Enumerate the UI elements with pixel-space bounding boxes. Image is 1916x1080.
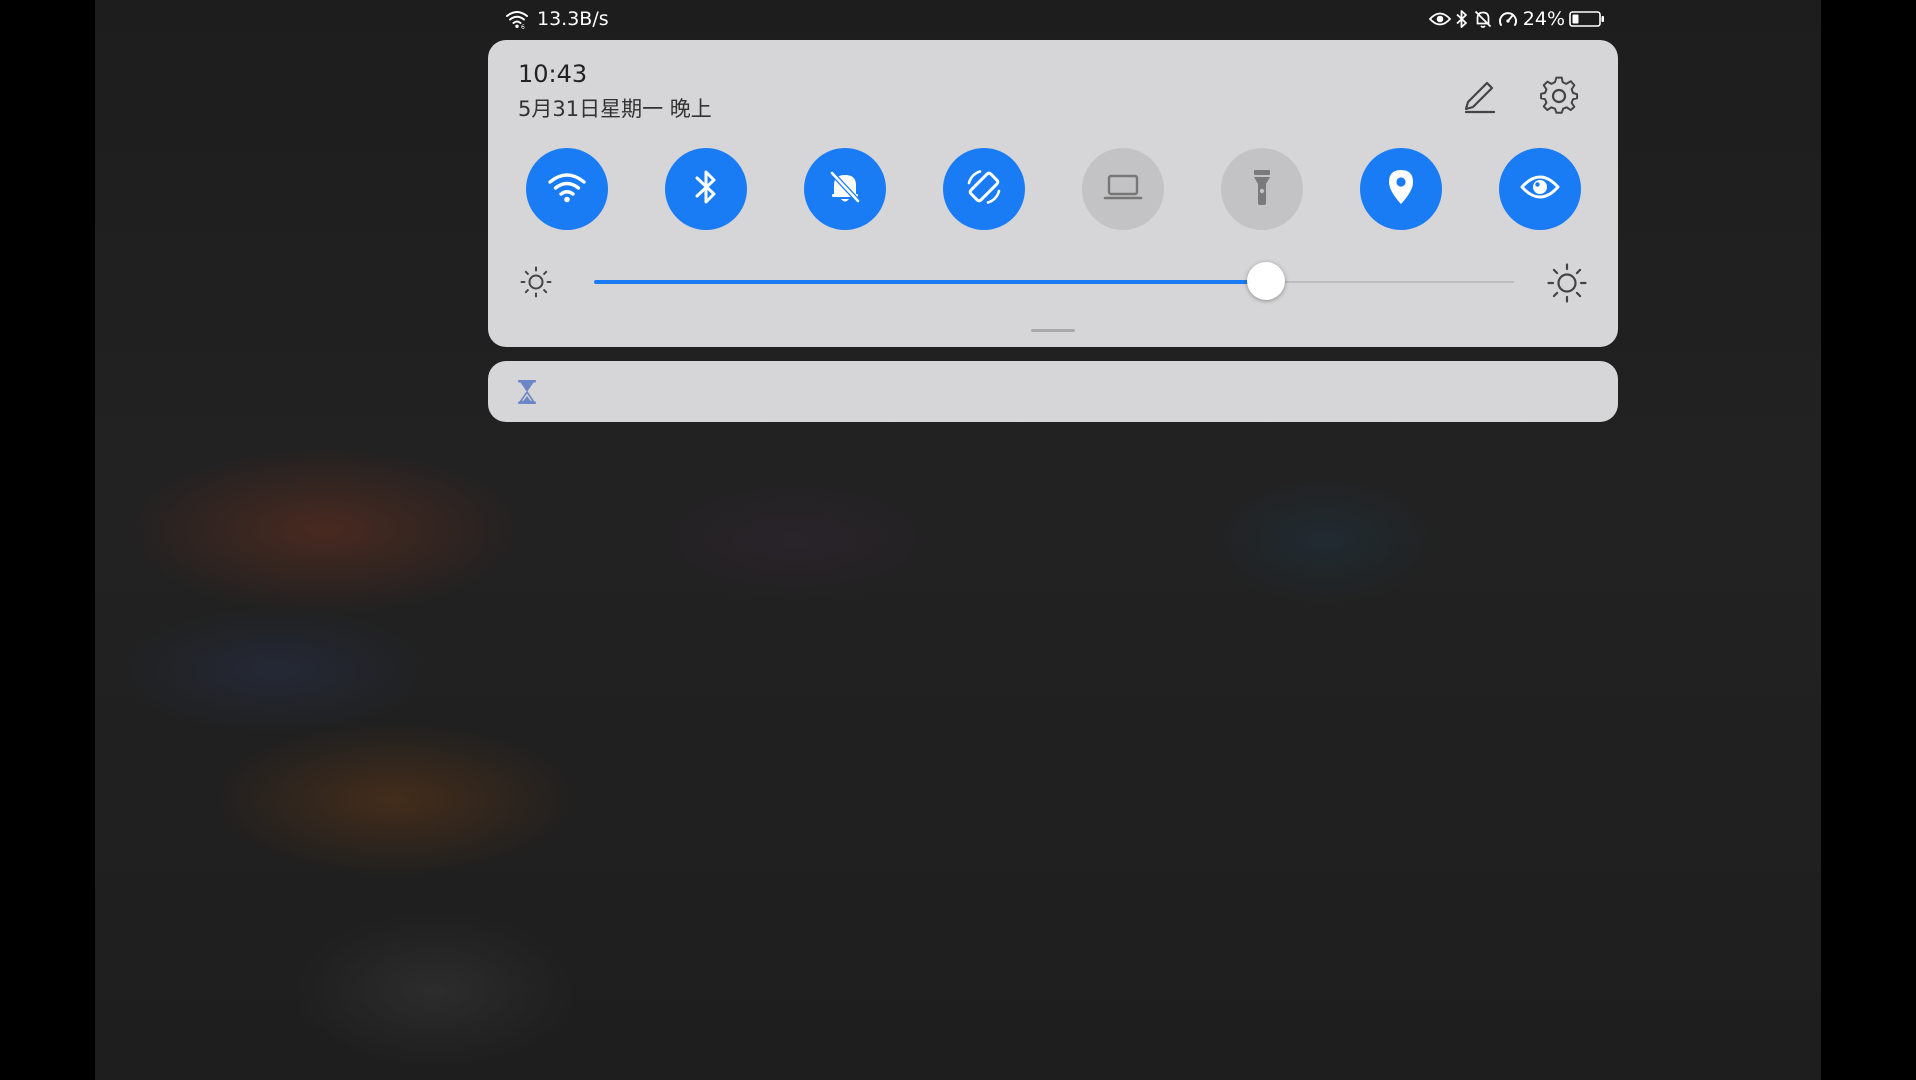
bell-muted-icon	[826, 168, 864, 210]
toggle-location[interactable]	[1360, 148, 1442, 230]
brightness-low-icon	[518, 264, 554, 304]
toggle-bluetooth[interactable]	[665, 148, 747, 230]
hourglass-icon	[516, 379, 538, 409]
status-bar-right: 24%	[1428, 8, 1605, 30]
network-speed: 13.3B/s	[537, 8, 609, 30]
brightness-slider[interactable]	[594, 262, 1514, 300]
edit-button[interactable]	[1460, 76, 1500, 116]
quick-toggles-row	[526, 148, 1586, 230]
brightness-row	[518, 262, 1588, 304]
toggle-auto-rotate[interactable]	[943, 148, 1025, 230]
battery-fill	[1572, 14, 1579, 24]
speedometer-icon	[1497, 9, 1519, 29]
battery-percent: 24%	[1522, 8, 1565, 30]
auto-rotate-icon	[964, 167, 1004, 211]
settings-button[interactable]	[1537, 74, 1581, 118]
laptop-icon	[1103, 171, 1143, 207]
screen-background: 6 13.3B/s 24% 10:43 5月31日星期一 晚上	[95, 0, 1821, 1080]
clock-time: 10:43	[518, 60, 588, 88]
bluetooth-icon	[693, 168, 719, 210]
brightness-slider-fill	[594, 280, 1266, 284]
status-bar-left: 6 13.3B/s	[505, 8, 609, 30]
pencil-icon	[1460, 81, 1500, 120]
status-bar: 6 13.3B/s 24%	[505, 6, 1605, 36]
toggle-silent[interactable]	[804, 148, 886, 230]
toggle-wifi[interactable]	[526, 148, 608, 230]
flashlight-icon	[1250, 167, 1274, 211]
location-icon	[1384, 167, 1418, 211]
panel-drag-handle[interactable]	[1031, 329, 1075, 332]
wifi-signal-icon: 6	[505, 9, 529, 29]
notification-card[interactable]	[488, 361, 1618, 422]
eye-comfort-icon	[1519, 172, 1561, 206]
toggle-multi-screen[interactable]	[1082, 148, 1164, 230]
toggle-eye-comfort[interactable]	[1499, 148, 1581, 230]
brightness-high-icon	[1546, 262, 1588, 308]
toggle-flashlight[interactable]	[1221, 148, 1303, 230]
bluetooth-icon	[1455, 9, 1469, 29]
gear-icon	[1537, 76, 1581, 122]
battery-icon	[1569, 10, 1605, 28]
clock-date: 5月31日星期一 晚上	[518, 97, 712, 121]
quick-settings-panel: 10:43 5月31日星期一 晚上	[488, 40, 1618, 347]
wifi-icon	[547, 170, 587, 208]
svg-text:6: 6	[521, 24, 525, 29]
brightness-slider-thumb[interactable]	[1246, 262, 1285, 300]
bell-muted-icon	[1473, 9, 1493, 29]
eye-comfort-icon	[1428, 11, 1451, 27]
